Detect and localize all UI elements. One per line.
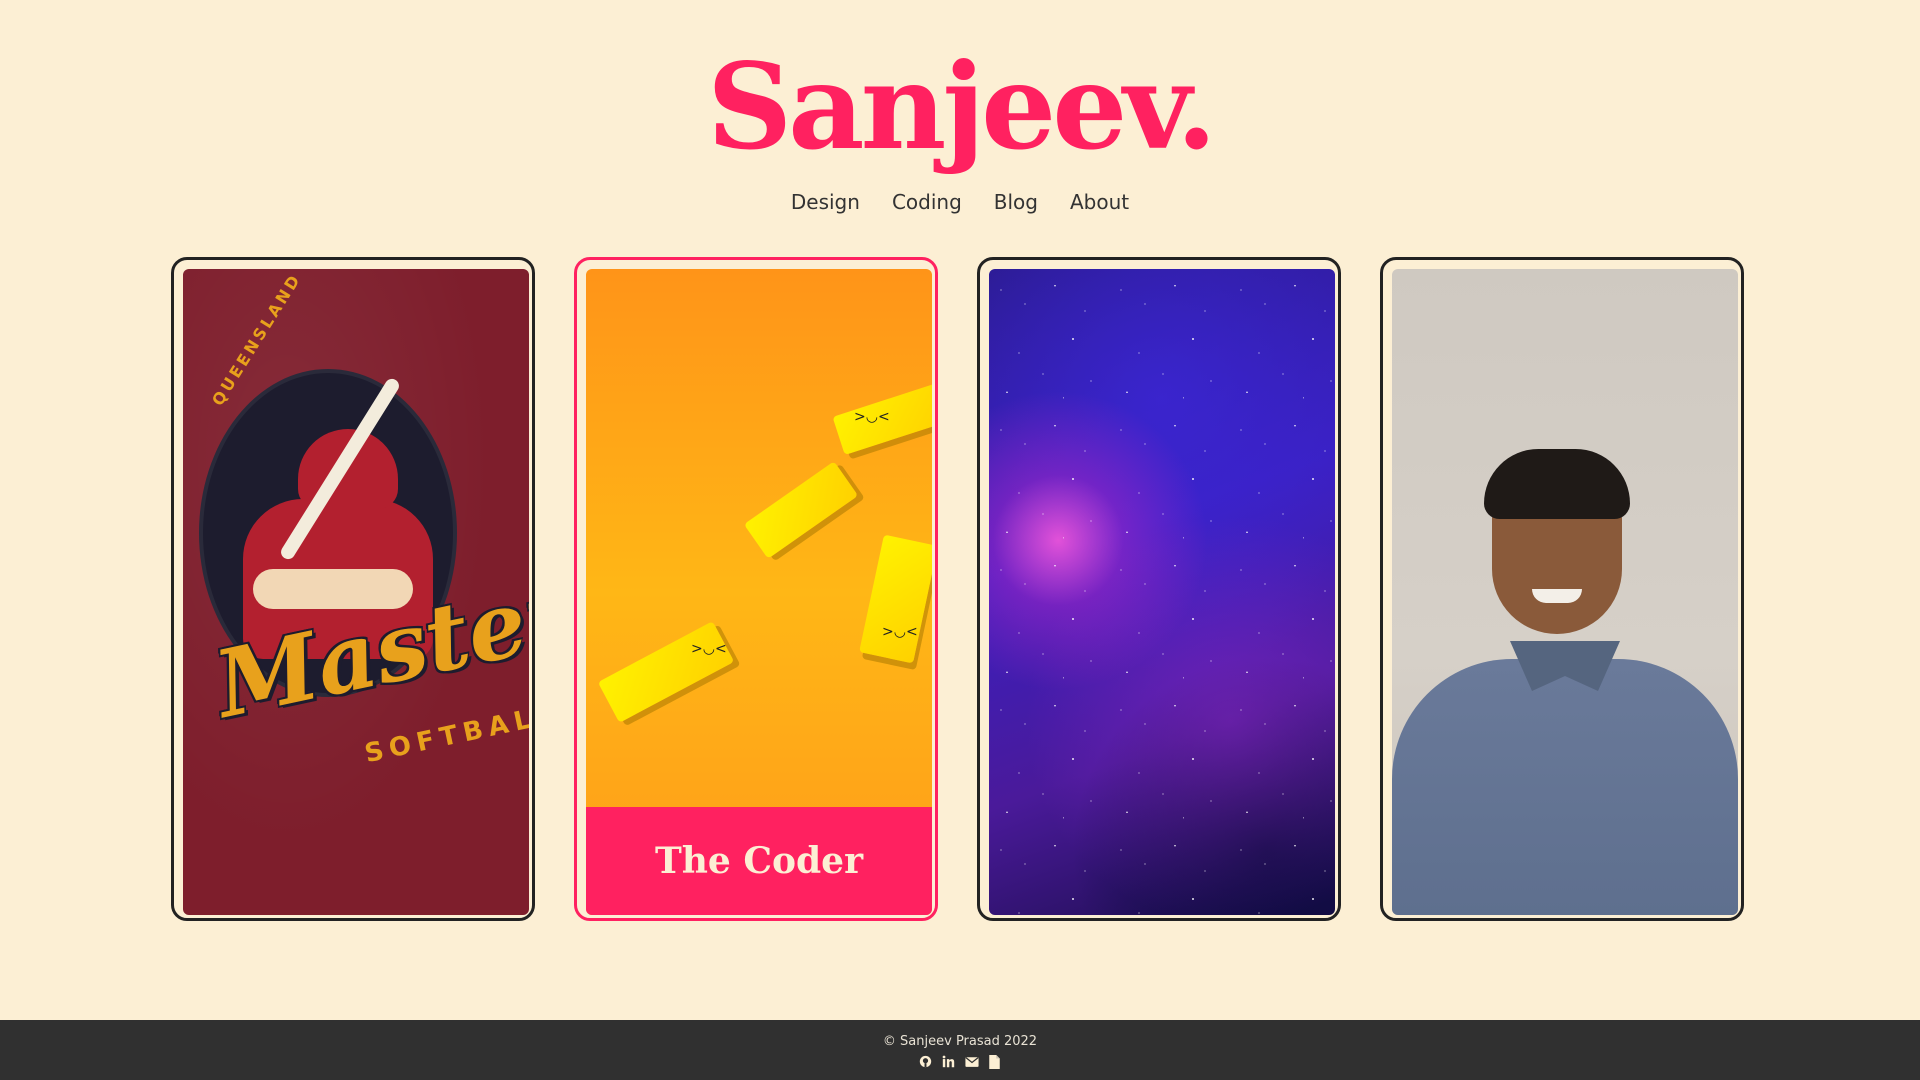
email-icon[interactable] xyxy=(964,1054,979,1069)
site-logo[interactable]: Sanjeev. xyxy=(0,48,1920,166)
hair xyxy=(1484,449,1630,519)
document-icon[interactable] xyxy=(987,1054,1002,1069)
galaxy-image xyxy=(989,269,1335,915)
card-design[interactable]: QUEENSLAND Masters SOFTBALL xyxy=(171,257,535,921)
block-face-icon: >◡< xyxy=(854,409,890,425)
block-face-icon: >◡< xyxy=(691,641,727,657)
main-nav: Design Coding Blog About xyxy=(0,190,1920,214)
yellow-block xyxy=(743,461,859,559)
stars xyxy=(989,269,1335,915)
yellow-block xyxy=(859,534,932,664)
github-icon[interactable] xyxy=(918,1054,933,1069)
copyright-text: © Sanjeev Prasad 2022 xyxy=(882,1034,1038,1049)
softball-logo-image: QUEENSLAND Masters SOFTBALL xyxy=(183,269,529,915)
card-blog[interactable] xyxy=(977,257,1341,921)
badge-sub-text: SOFTBALL xyxy=(362,698,529,770)
card-caption: The Coder xyxy=(586,807,932,915)
coder-image: >◡< >◡< >◡< The Coder xyxy=(586,269,932,915)
portrait-image xyxy=(1392,269,1738,915)
social-links xyxy=(0,1054,1920,1069)
nav-item-coding[interactable]: Coding xyxy=(892,190,962,214)
site-footer: © Sanjeev Prasad 2022 xyxy=(0,1020,1920,1080)
card-coding[interactable]: >◡< >◡< >◡< The Coder xyxy=(574,257,938,921)
yellow-block xyxy=(597,621,735,723)
block-face-icon: >◡< xyxy=(882,624,918,640)
card-about[interactable] xyxy=(1380,257,1744,921)
card-grid: QUEENSLAND Masters SOFTBALL >◡< >◡< >◡< … xyxy=(171,257,1749,927)
nav-item-about[interactable]: About xyxy=(1070,190,1129,214)
nav-item-design[interactable]: Design xyxy=(791,190,860,214)
smile xyxy=(1532,589,1582,603)
nav-item-blog[interactable]: Blog xyxy=(994,190,1038,214)
shirt xyxy=(1392,659,1738,915)
page: Sanjeev. Design Coding Blog About QUEENS… xyxy=(0,0,1920,1080)
linkedin-icon[interactable] xyxy=(941,1054,956,1069)
